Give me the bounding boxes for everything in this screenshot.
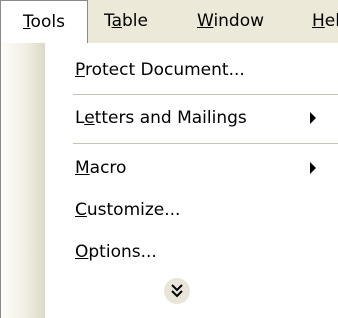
menu-separator (73, 143, 338, 144)
submenu-arrow-icon (310, 162, 316, 174)
menu-tools[interactable]: Tools (0, 0, 88, 43)
double-chevron-down-icon (171, 284, 183, 298)
menu-window[interactable]: Window (197, 0, 264, 43)
menu-item-label: Options... (75, 242, 157, 262)
menu-table[interactable]: Table (104, 0, 148, 43)
menu-item-label: Macro (75, 158, 127, 178)
menu-help[interactable]: Help (312, 0, 338, 43)
menu-item-label: Protect Document... (75, 60, 245, 80)
menu-item-label: Customize... (75, 200, 181, 220)
menu-item-options[interactable]: Options... (1, 231, 338, 273)
menu-separator (73, 94, 338, 95)
menu-item-protect-document[interactable]: Protect Document... (1, 49, 338, 91)
menu-item-macro[interactable]: Macro (1, 147, 338, 189)
menu-item-letters-and-mailings[interactable]: Letters and Mailings (1, 97, 338, 139)
menu-item-label: Letters and Mailings (75, 108, 247, 128)
menu-item-customize[interactable]: Customize... (1, 189, 338, 231)
submenu-arrow-icon (310, 112, 316, 124)
expand-menu-button[interactable] (164, 278, 190, 304)
tools-dropdown-menu: Protect Document... Letters and Mailings… (0, 43, 338, 318)
menu-bar: Tools Table Window Help (0, 0, 338, 43)
